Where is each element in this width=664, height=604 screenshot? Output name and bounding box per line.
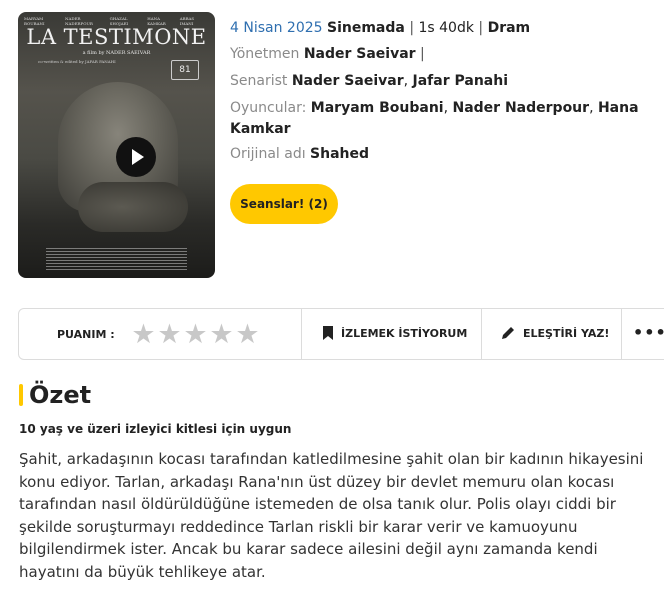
writer-link[interactable]: Jafar Panahi: [413, 73, 508, 89]
director-label: Yönetmen: [230, 46, 300, 62]
review-label: ELEŞTİRİ YAZ!: [523, 326, 610, 340]
watchlist-button[interactable]: İZLEMEK İSTİYORUM: [323, 326, 467, 340]
divider: [481, 309, 482, 359]
age-rating: 10 yaş ve üzeri izleyici kitlesi için uy…: [19, 422, 292, 436]
separator: |: [420, 46, 425, 62]
star-icon[interactable]: ★: [235, 321, 260, 348]
summary-text: Şahit, arkadaşının kocası tarafından kat…: [19, 450, 644, 581]
poster-title: LA TESTIMONE: [26, 25, 207, 49]
summary-heading: Özet: [19, 381, 91, 409]
director-row: Yönetmen Nader Saeivar |: [230, 44, 425, 65]
release-status: Sinemada: [327, 20, 405, 36]
bookmark-icon: [323, 326, 333, 340]
festival-laurel-icon: 81: [171, 60, 199, 80]
action-bar: PUANIM : ★ ★ ★ ★ ★ İZLEMEK İSTİYORUM ELE…: [18, 308, 664, 360]
cast-label: Oyuncular:: [230, 100, 307, 116]
original-title-row: Orijinal adı Shahed: [230, 144, 369, 165]
poster-byline: a film by NADER SAEIVAR: [82, 50, 151, 56]
rating-label: PUANIM :: [57, 328, 115, 341]
release-date[interactable]: 4 Nisan 2025: [230, 20, 323, 36]
cast-row: Oyuncular: Maryam Boubani, Nader Naderpo…: [230, 100, 639, 137]
star-icon[interactable]: ★: [131, 321, 156, 348]
more-options-button[interactable]: •••: [633, 323, 664, 342]
original-title-label: Orijinal adı: [230, 146, 306, 162]
release-row: 4 Nisan 2025 Sinemada | 1s 40dk | Dram: [230, 18, 530, 39]
play-trailer-button[interactable]: [116, 137, 156, 177]
poster-credits-block: [46, 248, 187, 270]
movie-poster[interactable]: MARYAM BOUBANI NADER NADERPOUR GHAZAL SH…: [18, 12, 215, 278]
divider: [301, 309, 302, 359]
pencil-icon: [502, 327, 514, 339]
divider: [621, 309, 622, 359]
star-icon[interactable]: ★: [157, 321, 182, 348]
star-icon[interactable]: ★: [183, 321, 208, 348]
director-link[interactable]: Nader Saeivar: [304, 46, 416, 62]
poster-written-line: co-written & edited by JAFAR PANAHI: [38, 59, 116, 64]
duration: 1s 40dk: [418, 20, 474, 36]
summary-heading-text: Özet: [29, 381, 92, 409]
writer-link[interactable]: Nader Saeivar: [292, 73, 404, 89]
cast-link[interactable]: Nader Naderpour: [453, 100, 590, 116]
heading-accent-bar: [19, 384, 23, 406]
write-review-button[interactable]: ELEŞTİRİ YAZ!: [501, 326, 609, 340]
star-icon[interactable]: ★: [209, 321, 234, 348]
poster-figure-lying: [78, 182, 188, 232]
rating-stars[interactable]: ★ ★ ★ ★ ★: [131, 321, 260, 348]
separator: |: [478, 20, 484, 36]
original-title: Shahed: [310, 146, 370, 162]
writer-label: Senarist: [230, 73, 288, 89]
cast-link[interactable]: Maryam Boubani: [311, 100, 444, 116]
play-icon: [132, 149, 144, 165]
sessions-button[interactable]: Seanslar! (2): [230, 184, 338, 224]
genre-link[interactable]: Dram: [488, 20, 531, 36]
watchlist-label: İZLEMEK İSTİYORUM: [341, 326, 468, 340]
writer-row: Senarist Nader Saeivar, Jafar Panahi: [230, 73, 508, 89]
separator: |: [409, 20, 415, 36]
